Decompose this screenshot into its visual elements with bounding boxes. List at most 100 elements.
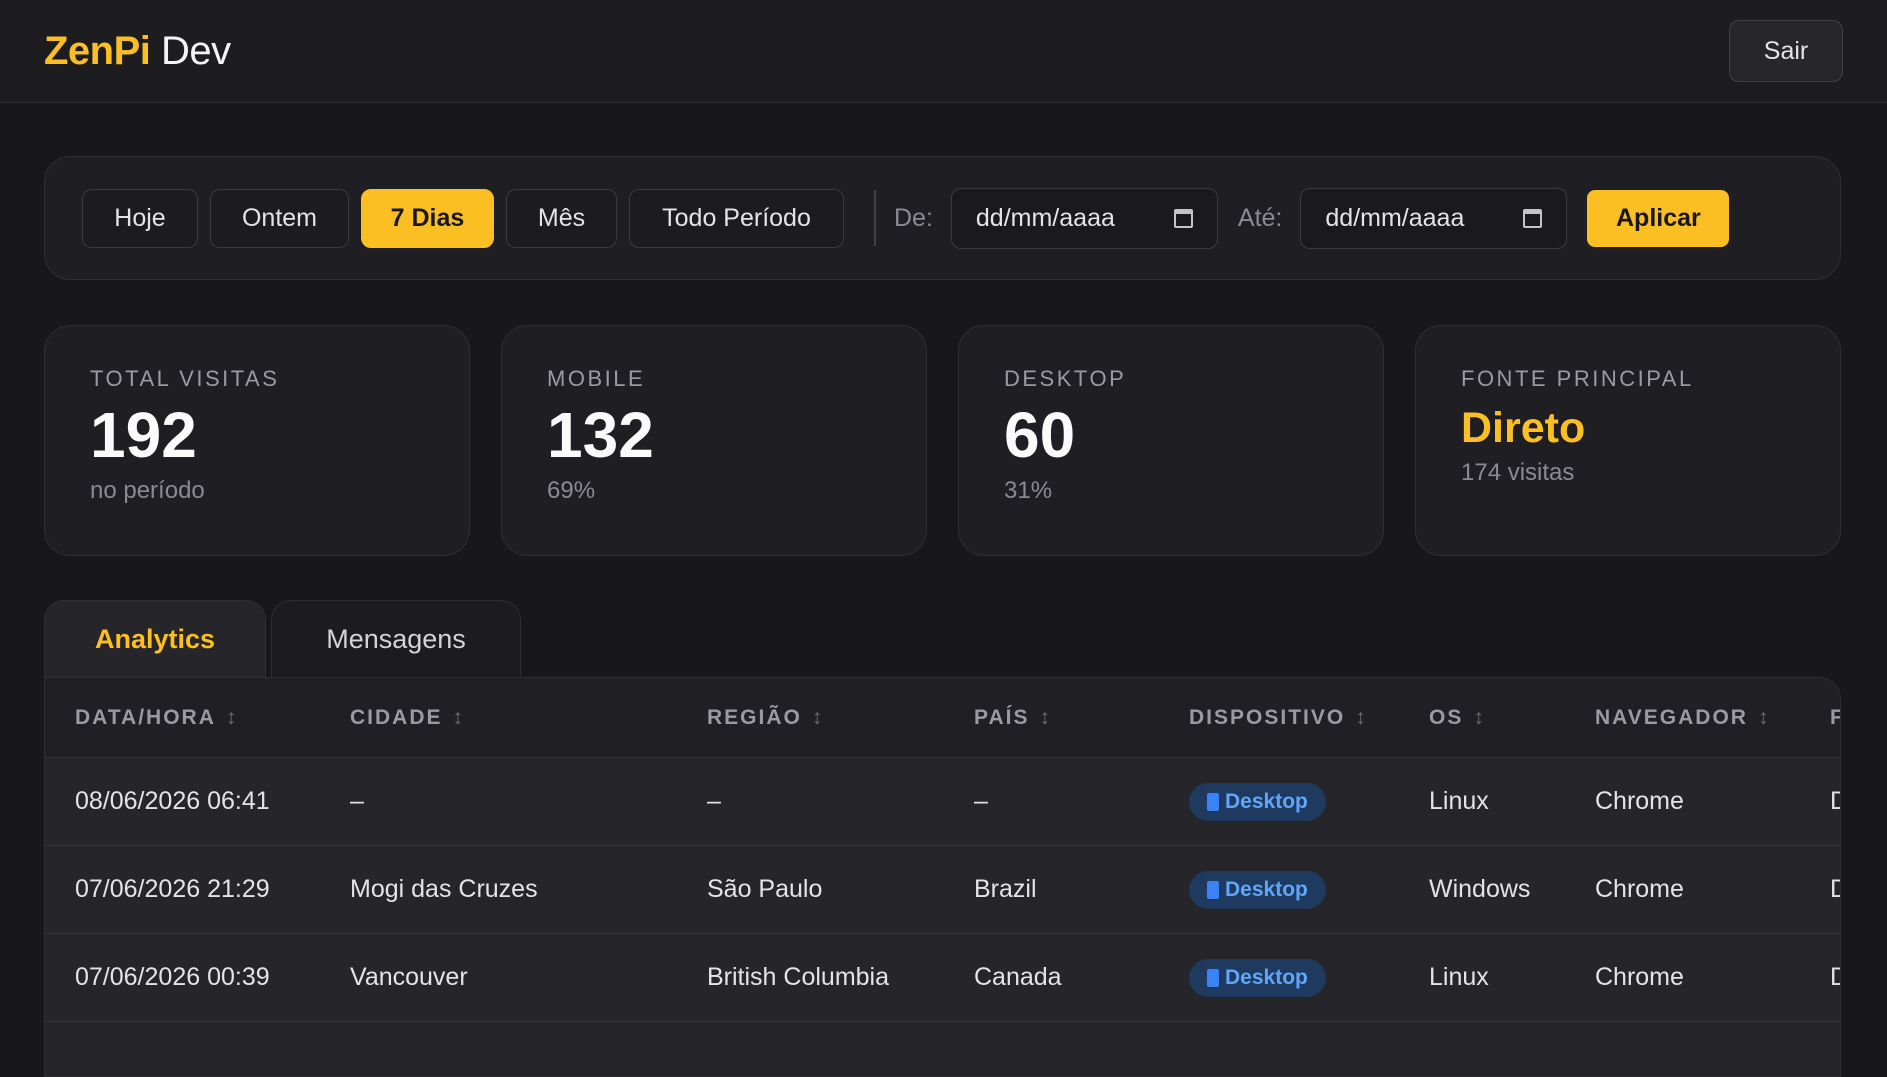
filter-month-button[interactable]: Mês <box>506 188 617 248</box>
to-date-input[interactable]: dd/mm/aaaa <box>1300 187 1568 249</box>
cell-device: Desktop <box>1189 958 1326 997</box>
cell-datetime: 07/06/2026 21:29 <box>75 875 270 903</box>
cell-extra: D <box>1830 875 1840 904</box>
card-label: DESKTOP <box>1004 366 1127 391</box>
card-value: Direto <box>1461 404 1586 452</box>
tab-analytics[interactable]: Analytics <box>44 600 266 678</box>
cell-browser: Chrome <box>1595 787 1684 815</box>
desktop-icon <box>1207 880 1219 899</box>
logout-button[interactable]: Sair <box>1729 20 1843 82</box>
cell-region: – <box>707 787 721 815</box>
device-label: Desktop <box>1225 877 1308 901</box>
cell-device: Desktop <box>1189 782 1326 821</box>
cell-datetime: 08/06/2026 06:41 <box>75 787 270 815</box>
card-label: TOTAL VISITAS <box>90 366 280 391</box>
analytics-table: DATA/HORA ↕ CIDADE ↕ REGIÃO ↕ PAÍS ↕ DISPOSI… <box>44 677 1841 1077</box>
cell-region: São Paulo <box>707 875 823 903</box>
cell-browser: Chrome <box>1595 963 1684 991</box>
card-label: MOBILE <box>547 366 646 391</box>
brand-env: Dev <box>150 28 231 73</box>
from-label: De: <box>894 203 933 232</box>
card-sub: 69% <box>547 477 596 505</box>
table-row[interactable]: 07/06/2026 00:39 Vancouver British Colum… <box>45 934 1840 1022</box>
stat-card-main-source: FONTE PRINCIPAL Direto 174 visitas <box>1415 325 1841 556</box>
cell-device: Desktop <box>1189 870 1326 909</box>
filter-7days-button[interactable]: 7 Dias <box>361 188 494 248</box>
filter-divider <box>874 190 876 246</box>
cell-city: – <box>350 787 364 815</box>
sort-icon[interactable]: ↕ <box>812 706 823 729</box>
cell-country: – <box>974 787 988 815</box>
card-value: 60 <box>1004 399 1076 471</box>
cell-country: Canada <box>974 963 1062 991</box>
col-header-region[interactable]: REGIÃO ↕ <box>707 706 822 730</box>
device-badge: Desktop <box>1189 870 1326 909</box>
cell-os: Windows <box>1429 875 1531 903</box>
col-header-device[interactable]: DISPOSITIVO ↕ <box>1189 706 1366 730</box>
tab-messages[interactable]: Mensagens <box>271 600 521 678</box>
col-header-extra[interactable]: F <box>1830 706 1840 730</box>
calendar-icon[interactable] <box>1523 208 1543 228</box>
col-label: CIDADE <box>350 705 443 729</box>
device-label: Desktop <box>1225 789 1308 813</box>
col-header-country[interactable]: PAÍS ↕ <box>974 706 1050 730</box>
brand-logo: ZenPi Dev <box>44 29 231 74</box>
col-label: DISPOSITIVO <box>1189 705 1346 729</box>
tab-bar: Analytics Mensagens <box>44 600 521 678</box>
device-badge: Desktop <box>1189 958 1326 997</box>
cell-country: Brazil <box>974 875 1037 903</box>
date-filter-bar: Hoje Ontem 7 Dias Mês Todo Período De: d… <box>44 156 1841 280</box>
col-header-city[interactable]: CIDADE ↕ <box>350 706 463 730</box>
stat-card-desktop: DESKTOP 60 31% <box>958 325 1384 556</box>
device-label: Desktop <box>1225 965 1308 989</box>
table-row[interactable]: 07/06/2026 21:29 Mogi das Cruzes São Pau… <box>45 846 1840 934</box>
card-sub: no período <box>90 477 205 505</box>
cell-region: British Columbia <box>707 963 890 991</box>
table-header: DATA/HORA ↕ CIDADE ↕ REGIÃO ↕ PAÍS ↕ DISPOSI… <box>45 678 1840 758</box>
cell-city: Vancouver <box>350 963 468 991</box>
from-date-value: dd/mm/aaaa <box>975 203 1115 232</box>
sort-icon[interactable]: ↕ <box>226 706 237 729</box>
col-label: DATA/HORA <box>75 705 216 729</box>
sort-icon[interactable]: ↕ <box>1039 706 1050 729</box>
cell-extra: D <box>1830 787 1840 816</box>
filter-yesterday-button[interactable]: Ontem <box>210 188 349 248</box>
card-sub: 174 visitas <box>1461 459 1575 487</box>
col-header-os[interactable]: OS ↕ <box>1429 706 1484 730</box>
filter-today-button[interactable]: Hoje <box>82 188 198 248</box>
stat-card-total-visits: TOTAL VISITAS 192 no período <box>44 325 470 556</box>
col-label: NAVEGADOR <box>1595 705 1748 729</box>
card-sub: 31% <box>1004 477 1053 505</box>
cell-browser: Chrome <box>1595 875 1684 903</box>
cell-datetime: 07/06/2026 00:39 <box>75 963 270 991</box>
cell-city: Mogi das Cruzes <box>350 875 538 903</box>
card-label: FONTE PRINCIPAL <box>1461 366 1694 391</box>
col-label: OS <box>1429 705 1464 729</box>
sort-icon[interactable]: ↕ <box>1758 706 1769 729</box>
apply-button[interactable]: Aplicar <box>1587 189 1730 247</box>
to-date-value: dd/mm/aaaa <box>1325 203 1465 232</box>
desktop-icon <box>1207 968 1219 987</box>
brand-name: ZenPi <box>44 28 151 73</box>
card-value: 132 <box>547 399 654 471</box>
col-label: REGIÃO <box>707 705 802 729</box>
stats-cards: TOTAL VISITAS 192 no período MOBILE 132 … <box>44 325 1841 556</box>
filter-all-period-button[interactable]: Todo Período <box>629 188 844 248</box>
calendar-icon[interactable] <box>1173 208 1193 228</box>
device-badge: Desktop <box>1189 782 1326 821</box>
table-row[interactable]: 08/06/2026 06:41 – – – Desktop Linux Chr… <box>45 758 1840 846</box>
col-header-datetime[interactable]: DATA/HORA ↕ <box>75 706 236 730</box>
desktop-icon <box>1207 792 1219 811</box>
card-value: 192 <box>90 399 197 471</box>
cell-os: Linux <box>1429 787 1489 815</box>
sort-icon[interactable]: ↕ <box>1355 706 1366 729</box>
sort-icon[interactable]: ↕ <box>1473 706 1484 729</box>
cell-os: Linux <box>1429 963 1489 991</box>
cell-extra: D <box>1830 963 1840 992</box>
col-header-browser[interactable]: NAVEGADOR ↕ <box>1595 706 1768 730</box>
from-date-input[interactable]: dd/mm/aaaa <box>950 187 1218 249</box>
sort-icon[interactable]: ↕ <box>453 706 464 729</box>
col-label: PAÍS <box>974 705 1030 729</box>
stat-card-mobile: MOBILE 132 69% <box>501 325 927 556</box>
to-label: Até: <box>1237 203 1283 232</box>
